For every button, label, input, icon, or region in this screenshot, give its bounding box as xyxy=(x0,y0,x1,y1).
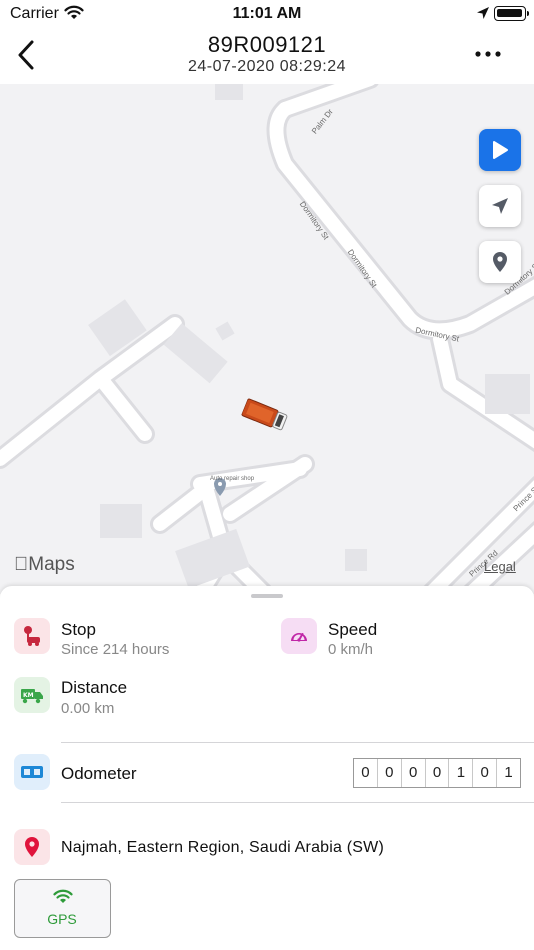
place-label: Auto repair shop xyxy=(210,476,255,482)
speed-value: 0 km/h xyxy=(328,641,374,658)
map-pin-icon xyxy=(493,252,507,272)
odometer-digit: 1 xyxy=(504,764,513,781)
legal-link[interactable]: Legal xyxy=(484,559,516,574)
battery-icon xyxy=(494,6,526,21)
odometer-icon-box xyxy=(14,754,50,790)
ellipsis-icon[interactable] xyxy=(472,42,504,66)
distance-value: 0.00 km xyxy=(61,700,115,717)
odometer-digit: 1 xyxy=(449,759,474,787)
wifi-signal-icon xyxy=(53,889,73,903)
locate-me-button[interactable] xyxy=(479,185,521,227)
play-icon xyxy=(493,141,508,159)
parking-stop-icon xyxy=(24,626,40,646)
show-pin-button[interactable] xyxy=(479,241,521,283)
vehicle-plate-title: 89R009121 xyxy=(207,32,327,57)
location-services-icon xyxy=(477,7,489,19)
location-pin-icon xyxy=(25,837,39,857)
status-bar: Carrier 11:01 AM xyxy=(0,0,534,28)
truck-km-icon: KM xyxy=(21,689,43,704)
speedometer-icon xyxy=(291,633,307,642)
odometer-digit: 0 xyxy=(426,759,450,787)
maps-attribution: Maps xyxy=(14,554,75,575)
map-view[interactable]: Palm Dr Dormitory St Dormitory St Dormit… xyxy=(0,84,534,594)
distance-label: Distance xyxy=(61,678,128,697)
divider xyxy=(61,802,534,803)
odometer-digit: 0 xyxy=(473,759,498,787)
odometer-digit: 0 xyxy=(378,759,402,787)
gps-button[interactable]: GPS xyxy=(14,879,111,938)
speed-icon-box xyxy=(281,618,317,654)
divider xyxy=(61,742,534,743)
distance-icon-box: KM xyxy=(14,677,50,713)
navigation-bar: 89R009121 24-07-2020 08:29:24 xyxy=(0,28,534,84)
play-route-button[interactable] xyxy=(479,129,521,171)
status-icon-box xyxy=(14,618,50,654)
apple-logo-icon:  xyxy=(14,554,28,575)
svg-text:KM: KM xyxy=(23,692,34,699)
odometer-icon xyxy=(21,766,43,778)
vehicle-details-sheet: Stop Since 214 hours Speed 0 km/h KM Dis… xyxy=(0,586,534,950)
sheet-drag-handle[interactable] xyxy=(251,594,283,598)
address-text: Najmah, Eastern Region, Saudi Arabia (SW… xyxy=(61,839,385,856)
clock: 11:01 AM xyxy=(232,5,302,22)
odometer-label: Odometer xyxy=(61,764,137,783)
status-value: Since 214 hours xyxy=(61,641,170,658)
status-label: Stop xyxy=(61,620,96,639)
odometer-digit: 0 xyxy=(354,759,378,787)
address-icon-box xyxy=(14,829,50,865)
odometer-readout: 0 0 0 0 1 0 1 xyxy=(353,758,521,788)
timestamp-subtitle: 24-07-2020 08:29:24 xyxy=(187,58,347,75)
speed-label: Speed xyxy=(328,620,378,639)
location-arrow-icon xyxy=(492,198,508,214)
gps-button-label: GPS xyxy=(47,911,77,927)
odometer-digit: 0 xyxy=(402,759,426,787)
